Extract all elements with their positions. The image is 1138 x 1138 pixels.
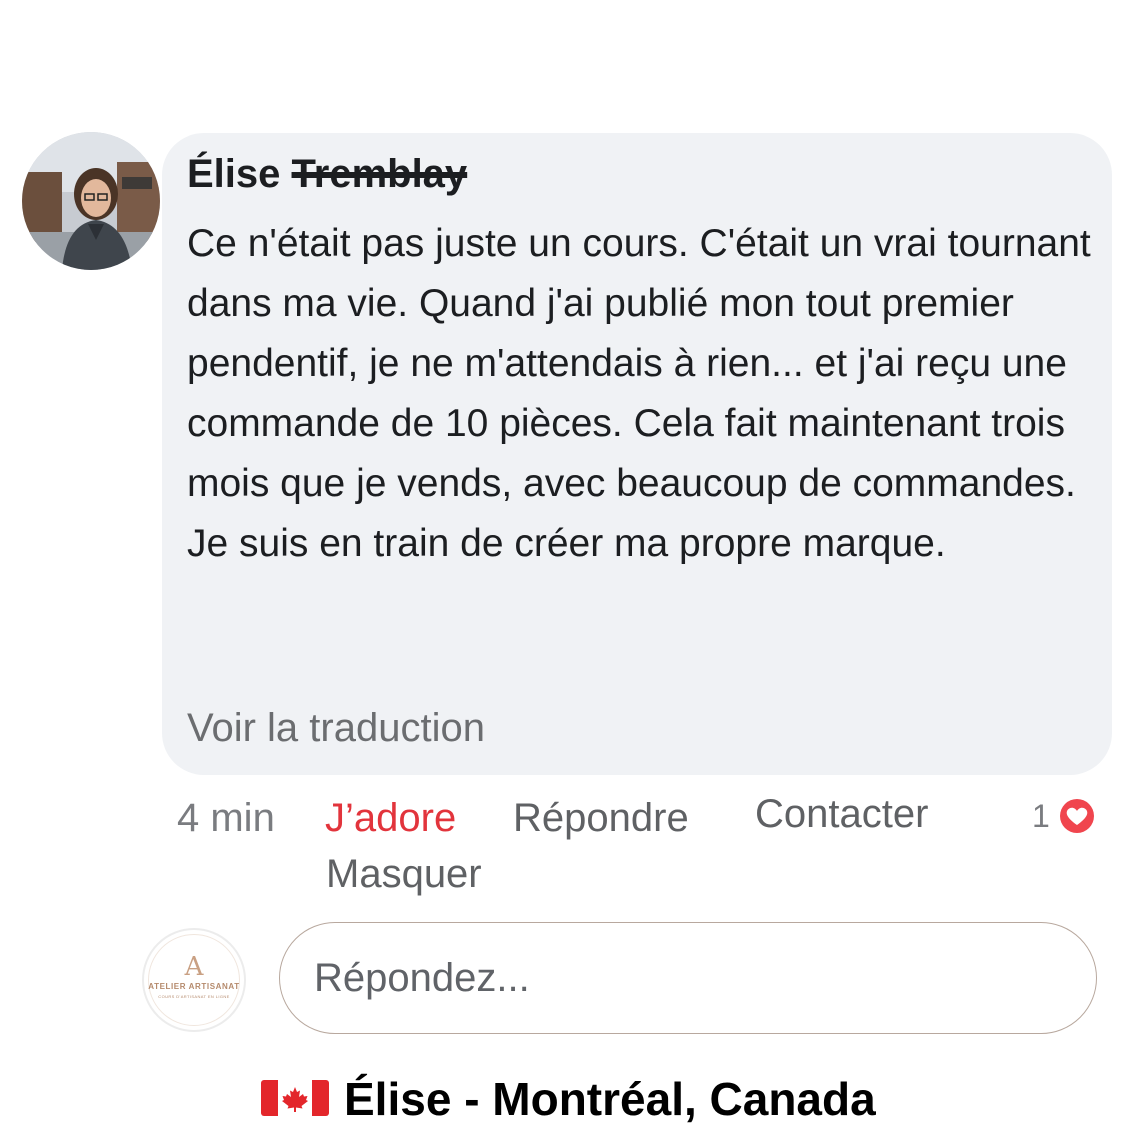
canada-flag-icon — [261, 1080, 329, 1116]
author-first-name: Élise — [187, 152, 281, 196]
comment-text: Ce n'était pas juste un cours. C'était u… — [187, 222, 1091, 565]
avatar-photo — [22, 132, 160, 270]
page-logo-monogram: A — [184, 952, 204, 982]
contact-button[interactable]: Contacter — [755, 792, 928, 837]
commenter-avatar[interactable] — [22, 132, 160, 270]
heart-icon[interactable] — [1057, 796, 1097, 836]
see-translation-link[interactable]: Voir la traduction — [187, 706, 485, 751]
reaction-count[interactable]: 1 — [1032, 798, 1050, 835]
caption-text: Élise - Montréal, Canada — [344, 1073, 876, 1125]
page-avatar[interactable]: A ATELIER ARTISANAT COURS D'ARTISANAT EN… — [142, 928, 246, 1032]
comment-timestamp: 4 min — [177, 796, 275, 840]
reply-button[interactable]: Répondre — [513, 796, 689, 841]
comment-author[interactable]: Élise Tremblay — [187, 152, 467, 197]
hide-button[interactable]: Masquer — [326, 852, 482, 897]
location-caption: Élise - Montréal, Canada — [0, 1072, 1138, 1132]
page-logo-tagline: COURS D'ARTISANAT EN LIGNE — [158, 994, 230, 999]
love-reaction-button[interactable]: J’adore — [325, 796, 456, 841]
author-last-name-redacted: Tremblay — [291, 152, 468, 196]
reply-input[interactable] — [279, 922, 1097, 1034]
page-logo-name: ATELIER ARTISANAT — [148, 982, 240, 991]
